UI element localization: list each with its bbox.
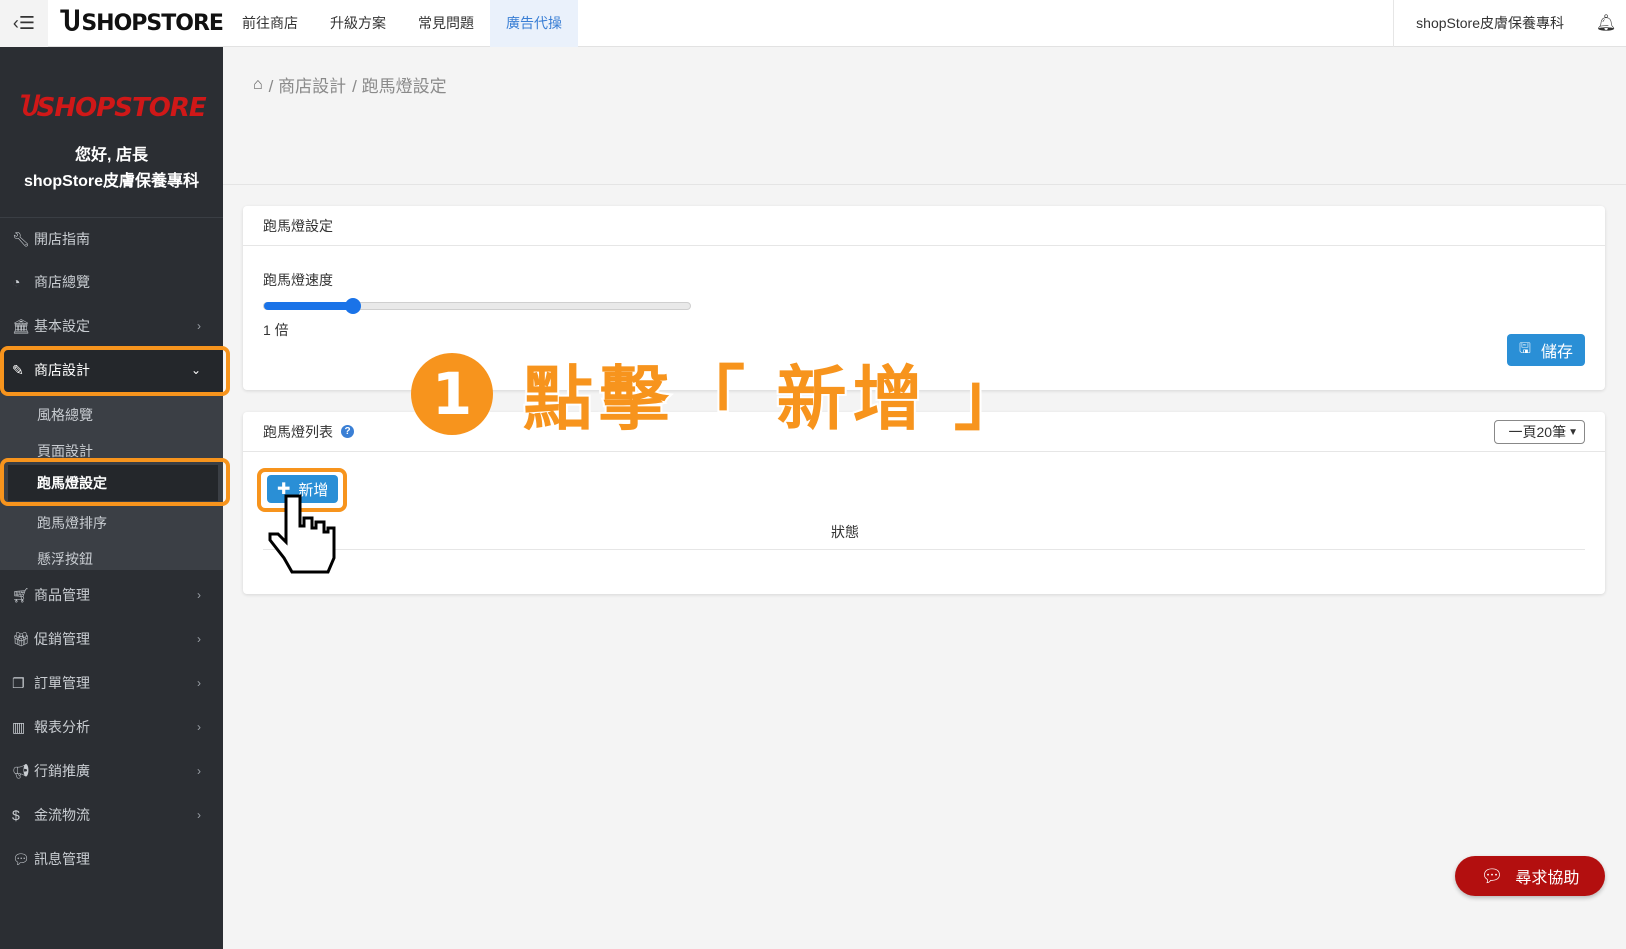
copy-icon: ❐ [12,674,25,691]
chevron-right-icon: › [197,720,201,734]
floppy-disk-icon: 🖫 [1519,340,1531,356]
chevron-right-icon: › [197,632,201,646]
slider-fill [264,302,354,310]
card-title: 跑馬燈設定 [243,206,1605,246]
chevron-right-icon: › [197,676,201,690]
chevron-right-icon: › [197,764,201,778]
gift-icon: 🎁︎ [12,630,30,647]
highlight-store-design [0,346,230,396]
speed-label: 跑馬燈速度 [263,272,333,288]
highlight-marquee-settings [0,458,230,506]
submenu-item-floating-button[interactable]: 懸浮按鈕 [0,541,223,577]
bell-icon[interactable]: 🔔︎ [1586,13,1626,33]
dollar-icon: $ [12,807,20,823]
sidebar-item-report-analysis[interactable]: ▥ 報表分析 › [0,705,223,749]
breadcrumb-marquee-settings: / 跑馬燈設定 [352,77,447,96]
chevron-right-icon: › [197,808,201,822]
logo-mark-icon: Ⴎ [17,93,37,123]
chevron-right-icon: › [197,319,201,333]
home-icon[interactable]: ⌂ [253,76,263,94]
card-title: 跑馬燈列表 [263,423,333,440]
per-page-select[interactable]: 一頁20筆 ▼ [1493,420,1585,444]
divider [223,184,1626,185]
menu-toggle-button[interactable]: ‹☰ [0,0,48,47]
comments-icon: 💬︎ [12,850,30,867]
breadcrumb-store-design[interactable]: / 商店設計 [269,72,346,97]
sidebar-item-store-overview[interactable]: ◔ 商店總覽 [0,260,223,304]
speed-value: 1 倍 [263,322,289,338]
nav-ad-service[interactable]: 廣告代操 [490,0,578,47]
submenu-item-marquee-order[interactable]: 跑馬燈排序 [0,505,223,541]
sidebar-item-marketing[interactable]: 📢︎ 行銷推廣 › [0,749,223,793]
sidebar-item-store-guide[interactable]: 🔧︎ 開店指南 [0,217,223,261]
nav-upgrade-plan[interactable]: 升級方案 [314,0,402,47]
submenu-item-style-overview[interactable]: 風格總覽 [0,397,223,433]
chat-question-icon: 💬︎ [1480,865,1504,886]
dashboard-icon: ◔ [12,274,21,290]
store-name-dropdown[interactable]: shopStore皮膚保養專科 [1393,0,1586,47]
step-number-badge: 1 [411,352,493,435]
annotation-text: 點擊「 新增 」 [521,358,1030,440]
pointing-hand-icon [268,494,336,574]
logo-mark-icon: Ⴎ [60,8,80,38]
bank-icon: 🏛︎ [12,317,30,334]
sidebar-item-basic-settings[interactable]: 🏛︎ 基本設定 › [0,304,223,348]
top-bar: ‹☰ Ⴎ SHOPSTORE 前往商店 升級方案 常見問題 廣告代操 shopSt… [0,0,1626,47]
slider-handle[interactable] [345,298,362,314]
nav-go-to-store[interactable]: 前往商店 [226,0,314,47]
bar-chart-icon: ▥ [12,718,26,735]
sidebar-item-message-management[interactable]: 💬︎ 訊息管理 [0,837,223,881]
column-header-status: 狀態 [831,524,859,540]
breadcrumb: ⌂ / 商店設計 / 跑馬燈設定 [253,72,447,97]
sidebar-item-order-management[interactable]: ❐ 訂單管理 › [0,661,223,705]
sidebar-item-product-management[interactable]: 🛒︎ 商品管理 › [0,573,223,617]
chevron-right-icon: › [197,588,201,602]
annotation: 1 點擊「 新增 」 [411,343,1030,444]
brand-logo[interactable]: Ⴎ SHOPSTORE [48,0,226,47]
help-question-icon[interactable]: ? [341,425,354,438]
nav-faq[interactable]: 常見問題 [402,0,490,47]
hamburger-icon: ‹☰ [12,12,36,33]
sidebar-greeting: 您好, 店長 shopStore皮膚保養專科 [23,147,200,190]
bullhorn-icon: 📢︎ [12,762,30,779]
top-nav: 前往商店 升級方案 常見問題 廣告代操 [226,0,578,47]
help-button[interactable]: 💬︎ 尋求協助 [1455,856,1605,896]
caret-down-icon: ▼ [1568,426,1578,438]
save-button[interactable]: 🖫 儲存 [1507,334,1585,366]
table-divider [263,549,1585,550]
sidebar-logo: ႮSHOPSTORE [17,93,206,123]
sidebar-item-promotion-management[interactable]: 🎁︎ 促銷管理 › [0,617,223,661]
cart-icon: 🛒︎ [12,586,30,603]
wrench-icon: 🔧︎ [12,230,30,247]
speed-slider[interactable] [263,298,691,314]
sidebar-item-payment-logistics[interactable]: $ 金流物流 › [0,793,223,837]
